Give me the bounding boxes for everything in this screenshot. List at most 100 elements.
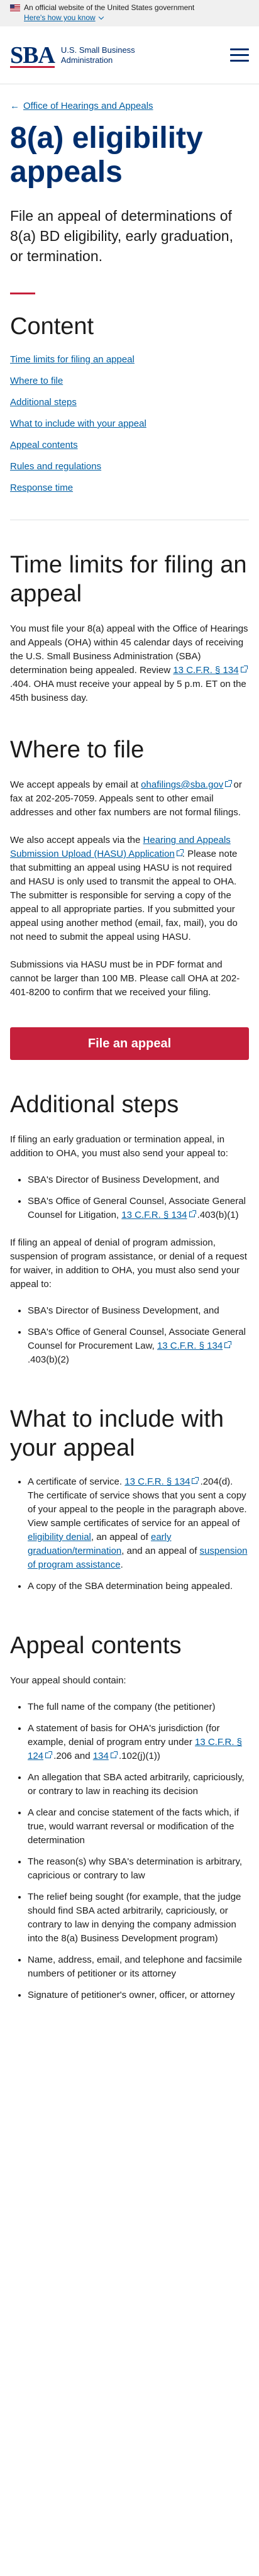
- toc-item: Time limits for filing an appeal: [10, 354, 249, 366]
- time-limits-paragraph: You must file your 8(a) appeal with the …: [0, 622, 259, 705]
- external-link-icon: [110, 1751, 118, 1758]
- oha-email-link[interactable]: ohafilings@sba.gov: [141, 779, 223, 790]
- toc-item: Additional steps: [10, 396, 249, 409]
- menu-icon[interactable]: [230, 48, 249, 62]
- red-divider: [10, 293, 35, 294]
- list-item: SBA's Director of Business Development, …: [28, 1173, 249, 1187]
- toc-link-time-limits[interactable]: Time limits for filing an appeal: [10, 354, 135, 365]
- heading-time-limits: Time limits for filing an appeal: [10, 552, 247, 607]
- list-item: Signature of petitioner's owner, officer…: [28, 1988, 249, 2002]
- page-title: 8(a) eligibility appeals: [10, 121, 203, 189]
- site-header: SBA U.S. Small Business Administration: [0, 26, 259, 84]
- text: .403(b)(2): [28, 1354, 69, 1365]
- toc-link-where-to-file[interactable]: Where to file: [10, 376, 63, 386]
- additional-steps-list-2: SBA's Director of Business Development, …: [0, 1304, 259, 1367]
- gov-banner: An official website of the United States…: [0, 0, 259, 26]
- text: A statement of basis for OHA's jurisdict…: [28, 1723, 220, 1748]
- toc-link-additional-steps[interactable]: Additional steps: [10, 397, 77, 408]
- heres-how-label: Here's how you know: [24, 13, 96, 22]
- toc-item: Appeal contents: [10, 439, 249, 452]
- cfr-134-link[interactable]: 134: [93, 1751, 109, 1761]
- logo-line-2: Administration: [60, 55, 113, 65]
- toc-item: Response time: [10, 482, 249, 494]
- heres-how-you-know-link[interactable]: Here's how you know: [24, 13, 104, 23]
- toc-title: Content: [10, 313, 94, 340]
- text: SBA's Director of Business Development, …: [28, 1174, 219, 1185]
- additional-steps-list-1: SBA's Director of Business Development, …: [0, 1173, 259, 1222]
- heading-additional-steps: Additional steps: [10, 1091, 179, 1118]
- list-item: A copy of the SBA determination being ap…: [28, 1580, 249, 1593]
- text: .: [120, 1559, 123, 1570]
- section-additional-steps: Additional steps If filing an early grad…: [0, 1060, 259, 1367]
- cfr-134-link[interactable]: 13 C.F.R. § 134: [173, 665, 238, 676]
- section-where-to-file: Where to file We accept appeals by email…: [0, 705, 259, 1060]
- text: , an appeal of: [91, 1532, 151, 1542]
- text: .102(j)(1)): [116, 1751, 160, 1761]
- text: .206 and: [51, 1751, 93, 1761]
- heading-appeal-contents: Appeal contents: [10, 1632, 182, 1659]
- what-to-include-list: A certificate of service. 13 C.F.R. § 13…: [0, 1475, 259, 1593]
- appeal-contents-list: The full name of the company (the petiti…: [0, 1700, 259, 2002]
- cfr-134-link[interactable]: 13 C.F.R. § 134: [124, 1476, 190, 1487]
- appeal-contents-intro: Your appeal should contain:: [10, 1675, 126, 1686]
- list-item: A clear and concise statement of the fac…: [28, 1806, 249, 1848]
- toc-item: Where to file: [10, 375, 249, 388]
- chevron-down-icon: [98, 14, 104, 20]
- external-link-icon: [224, 1341, 232, 1348]
- section-appeal-contents: Appeal contents Your appeal should conta…: [0, 1601, 259, 2002]
- toc-link-what-to-include[interactable]: What to include with your appeal: [10, 418, 146, 429]
- heading-what-to-include: What to include with your appeal: [10, 1406, 224, 1461]
- text: .404. OHA must receive your appeal by 5 …: [10, 679, 246, 703]
- section-what-to-include: What to include with your appeal A certi…: [0, 1374, 259, 1593]
- external-link-icon: [189, 1210, 196, 1217]
- toc-link-appeal-contents[interactable]: Appeal contents: [10, 440, 78, 450]
- table-of-contents: Time limits for filing an appeal Where t…: [0, 341, 259, 494]
- list-item: SBA's Office of General Counsel, Associa…: [28, 1325, 249, 1367]
- text: SBA's Director of Business Development, …: [28, 1305, 219, 1316]
- sba-logo-mark: SBA: [10, 42, 55, 69]
- toc-item: What to include with your appeal: [10, 418, 249, 430]
- heading-where-to-file: Where to file: [10, 737, 145, 763]
- list-item: The full name of the company (the petiti…: [28, 1700, 249, 1714]
- eligibility-denial-link[interactable]: eligibility denial: [28, 1532, 91, 1542]
- external-link-icon: [45, 1751, 53, 1758]
- arrow-left-icon: ←: [10, 101, 19, 111]
- text: A certificate of service.: [28, 1476, 125, 1487]
- list-item: A certificate of service. 13 C.F.R. § 13…: [28, 1475, 249, 1572]
- external-link-icon: [192, 1477, 199, 1484]
- breadcrumb: ← Office of Hearings and Appeals: [0, 84, 259, 111]
- list-item: Name, address, email, and telephone and …: [28, 1953, 249, 1981]
- additional-steps-p1: If filing an early graduation or termina…: [10, 1134, 228, 1159]
- logo-line-1: U.S. Small Business: [60, 45, 135, 55]
- breadcrumb-link-oha[interactable]: Office of Hearings and Appeals: [23, 101, 153, 111]
- cta-wrap: File an appeal: [0, 1000, 259, 1060]
- external-link-icon: [225, 780, 233, 787]
- where-to-file-p1: We accept appeals by email at ohafilings…: [0, 778, 259, 820]
- list-item: The relief being sought (for example, th…: [28, 1890, 249, 1946]
- list-item: SBA's Director of Business Development, …: [28, 1304, 249, 1318]
- text: .403(b)(1): [194, 1210, 239, 1220]
- where-to-file-p3: Submissions via HASU must be in PDF form…: [10, 959, 240, 998]
- file-an-appeal-button[interactable]: File an appeal: [10, 1027, 249, 1060]
- text: , and an appeal of: [121, 1546, 200, 1556]
- text: . Please note that submitting an appeal …: [10, 849, 238, 942]
- toc-link-rules-regulations[interactable]: Rules and regulations: [10, 461, 101, 472]
- toc-link-response-time[interactable]: Response time: [10, 482, 73, 493]
- toc-item: Rules and regulations: [10, 460, 249, 473]
- list-item: An allegation that SBA acted arbitrarily…: [28, 1771, 249, 1798]
- external-link-icon: [176, 849, 184, 856]
- where-to-file-p2: We also accept appeals via the Hearing a…: [0, 834, 259, 944]
- cfr-134-link[interactable]: 13 C.F.R. § 134: [121, 1210, 187, 1220]
- list-item: SBA's Office of General Counsel, Associa…: [28, 1195, 249, 1222]
- text: We also accept appeals via the: [10, 835, 143, 845]
- sba-logo[interactable]: SBA U.S. Small Business Administration: [10, 42, 135, 69]
- page-lede: File an appeal of determinations of 8(a)…: [10, 208, 233, 264]
- us-flag-icon: [10, 4, 20, 11]
- list-item: The reason(s) why SBA's determination is…: [28, 1855, 249, 1883]
- section-time-limits: Time limits for filing an appeal You mus…: [0, 520, 259, 705]
- external-link-icon: [240, 666, 248, 672]
- sba-logo-text: U.S. Small Business Administration: [61, 45, 135, 65]
- cfr-134-link[interactable]: 13 C.F.R. § 134: [157, 1341, 223, 1351]
- additional-steps-p2: If filing an appeal of denial of program…: [10, 1237, 247, 1290]
- list-item: A statement of basis for OHA's jurisdict…: [28, 1722, 249, 1763]
